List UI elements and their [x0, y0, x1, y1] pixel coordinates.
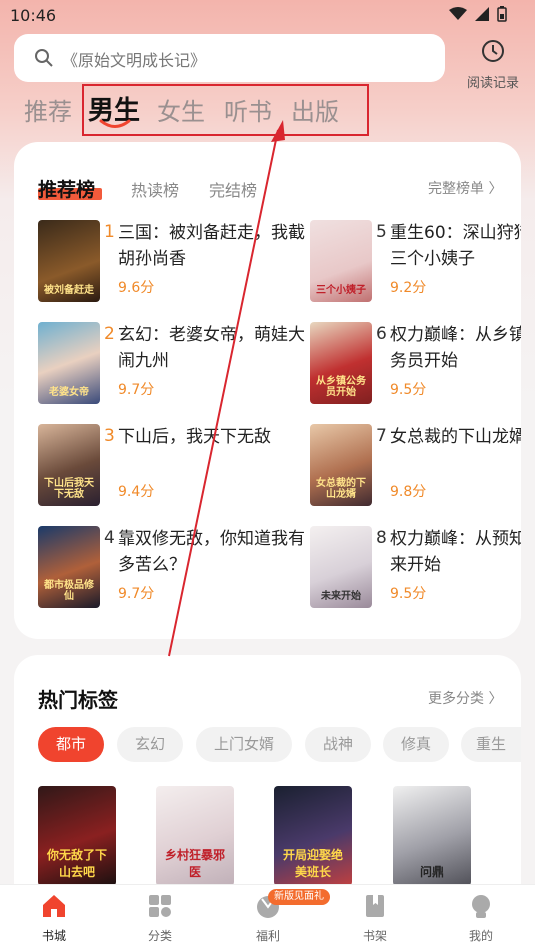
- book-cover[interactable]: 开局迎娶绝美班长: [274, 786, 352, 886]
- book-rank: 3: [104, 426, 115, 446]
- book-title: 玄幻：老婆女帝，萌娃大闹九州: [118, 325, 305, 371]
- book-rank: 7: [376, 426, 387, 446]
- book-rank: 1: [104, 222, 115, 242]
- tab-recommend[interactable]: 推荐: [24, 92, 72, 127]
- book-item[interactable]: 从乡镇公务员开始 6 权力巅峰：从乡镇公务员开始 9.5分: [310, 322, 521, 408]
- book-score: 9.6分: [118, 280, 155, 296]
- tag-chip[interactable]: 重生: [461, 727, 521, 762]
- status-icons: [449, 6, 507, 22]
- grid-icon: [149, 895, 171, 917]
- nav-label: 我的: [468, 929, 493, 943]
- search-bar[interactable]: 《原始文明成长记》: [14, 34, 445, 82]
- nav-bookshelf[interactable]: 书架: [340, 893, 410, 944]
- tag-chip[interactable]: 战神: [305, 727, 371, 762]
- book-item[interactable]: 被刘备赶走 1 三国：被刘备赶走，我截胡孙尚香 9.6分: [38, 220, 338, 306]
- book-cover: 都市极品修仙: [38, 526, 100, 608]
- book-rank: 4: [104, 528, 115, 548]
- reading-history-label: 阅读记录: [466, 76, 519, 91]
- status-bar: 10:46: [0, 0, 535, 32]
- book-cover: 未来开始: [310, 526, 372, 608]
- book-item[interactable]: 老婆女帝 2 玄幻：老婆女帝，萌娃大闹九州 9.7分: [38, 322, 338, 408]
- wifi-icon: [449, 7, 467, 20]
- tag-chip[interactable]: 都市: [38, 727, 104, 762]
- book-title: 重生60：深山狩猎，三个小姨子: [390, 223, 521, 269]
- more-categories-link[interactable]: 更多分类 〉: [428, 688, 502, 708]
- nav-label: 分类: [147, 929, 172, 943]
- tag-chip[interactable]: 修真: [383, 727, 449, 762]
- book-rank: 5: [376, 222, 387, 242]
- hot-tags-title: 热门标签: [38, 688, 118, 712]
- book-item[interactable]: 三个小姨子 5 重生60：深山狩猎，三个小姨子 9.2分: [310, 220, 521, 306]
- book-item[interactable]: 女总裁的下山龙婿 7 女总裁的下山龙婿 9.8分: [310, 424, 521, 510]
- nav-label: 福利: [255, 929, 280, 943]
- tag-chip[interactable]: 上门女婿: [196, 727, 292, 762]
- book-cover: 老婆女帝: [38, 322, 100, 404]
- nav-bookstore[interactable]: 书城: [19, 893, 89, 944]
- reading-history-button[interactable]: 阅读记录: [460, 38, 526, 91]
- book-rank: 2: [104, 324, 115, 344]
- book-title: 权力巅峰：从乡镇公务员开始: [390, 325, 521, 371]
- home-icon: [43, 895, 65, 917]
- tab-hot-rank[interactable]: 热读榜: [131, 177, 179, 201]
- book-title: 靠双修无敌，你知道我有多苦么？: [118, 529, 305, 575]
- book-title: 女总裁的下山龙婿: [390, 427, 521, 447]
- battery-icon: [497, 6, 507, 22]
- book-cover[interactable]: 乡村狂暴邪医: [156, 786, 234, 886]
- book-title: 权力巅峰：从预知未来开始: [390, 529, 521, 575]
- book-rank: 6: [376, 324, 387, 344]
- nav-profile[interactable]: 我的: [446, 893, 516, 944]
- search-placeholder: 《原始文明成长记》: [62, 51, 207, 70]
- book-item[interactable]: 未来开始 8 权力巅峰：从预知未来开始 9.5分: [310, 526, 521, 612]
- book-icon: [366, 895, 384, 917]
- tag-chip[interactable]: 玄幻: [117, 727, 183, 762]
- book-score: 9.7分: [118, 586, 155, 602]
- user-icon: [472, 895, 490, 918]
- book-cover: 被刘备赶走: [38, 220, 100, 302]
- book-title: 三国：被刘备赶走，我截胡孙尚香: [118, 223, 305, 269]
- book-score: 9.2分: [390, 280, 427, 296]
- annotation-highlight-box: [82, 84, 369, 136]
- signal-icon: [475, 7, 489, 21]
- book-rank: 8: [376, 528, 387, 548]
- book-score: 9.7分: [118, 382, 155, 398]
- book-score: 9.4分: [118, 484, 155, 500]
- tab-recommend-rank[interactable]: 推荐榜: [38, 175, 95, 202]
- full-ranking-link[interactable]: 完整榜单 〉: [428, 178, 502, 198]
- nav-label: 书架: [362, 929, 387, 943]
- search-icon: [35, 49, 53, 67]
- book-cover: 三个小姨子: [310, 220, 372, 302]
- book-cover[interactable]: 你无敌了下山去吧: [38, 786, 116, 886]
- book-cover[interactable]: 问鼎: [393, 786, 471, 886]
- book-cover: 从乡镇公务员开始: [310, 322, 372, 404]
- book-item[interactable]: 下山后我天下无敌 3 下山后，我天下无敌 9.4分: [38, 424, 338, 510]
- book-cover: 下山后我天下无敌: [38, 424, 100, 506]
- nav-label: 书城: [41, 929, 66, 943]
- book-score: 9.8分: [390, 484, 427, 500]
- status-time: 10:46: [10, 6, 57, 25]
- book-score: 9.5分: [390, 382, 427, 398]
- welfare-badge: 新版见面礼: [268, 889, 330, 905]
- book-score: 9.5分: [390, 586, 427, 602]
- tab-finished-rank[interactable]: 完结榜: [209, 177, 257, 201]
- book-cover: 女总裁的下山龙婿: [310, 424, 372, 506]
- book-title: 下山后，我天下无敌: [118, 427, 271, 447]
- book-item[interactable]: 都市极品修仙 4 靠双修无敌，你知道我有多苦么？ 9.7分: [38, 526, 338, 612]
- nav-category[interactable]: 分类: [125, 893, 195, 944]
- clock-icon: [482, 40, 504, 62]
